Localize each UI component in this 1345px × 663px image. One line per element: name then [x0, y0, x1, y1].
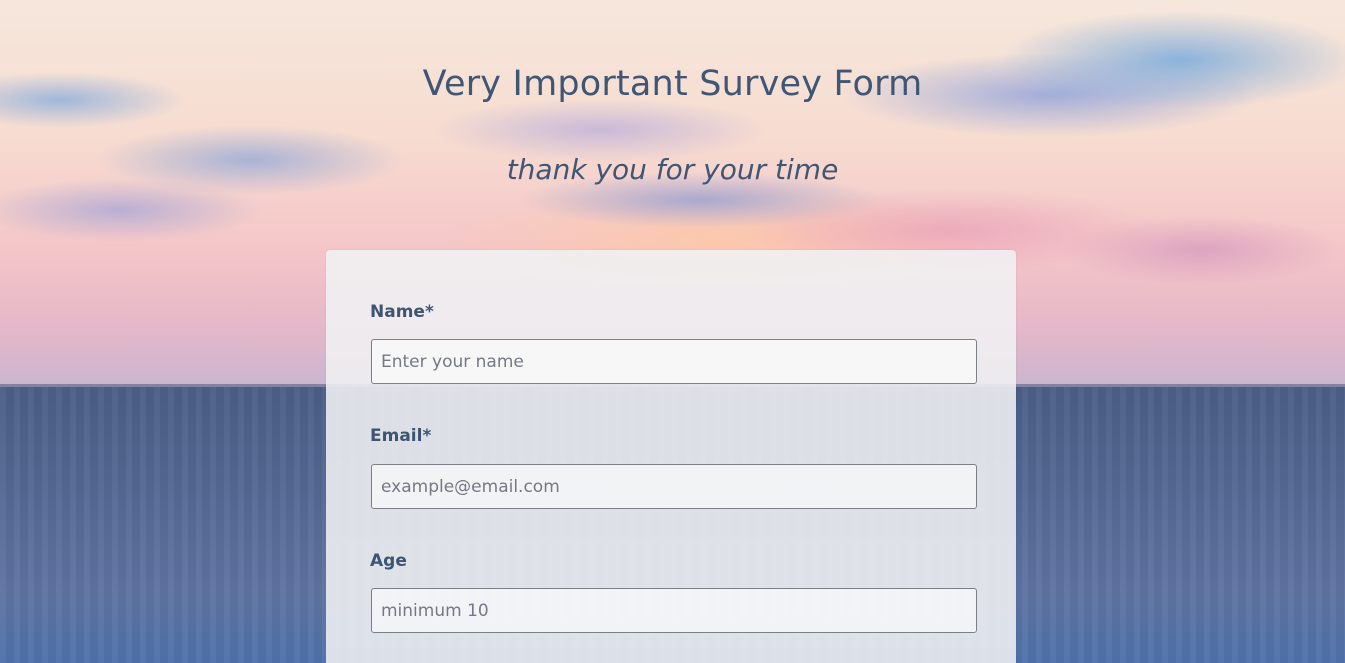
- name-label: Name*: [370, 302, 434, 322]
- age-label: Age: [370, 551, 407, 571]
- page-header: Very Important Survey Form: [0, 60, 1345, 108]
- email-label: Email*: [370, 426, 432, 446]
- email-input[interactable]: [371, 464, 977, 509]
- age-input[interactable]: [371, 588, 977, 633]
- name-input[interactable]: [371, 339, 977, 384]
- survey-form: Name* Email* Age: [326, 250, 1016, 663]
- page-title: Very Important Survey Form: [422, 64, 923, 104]
- page-subtitle: thank you for your time: [506, 153, 839, 186]
